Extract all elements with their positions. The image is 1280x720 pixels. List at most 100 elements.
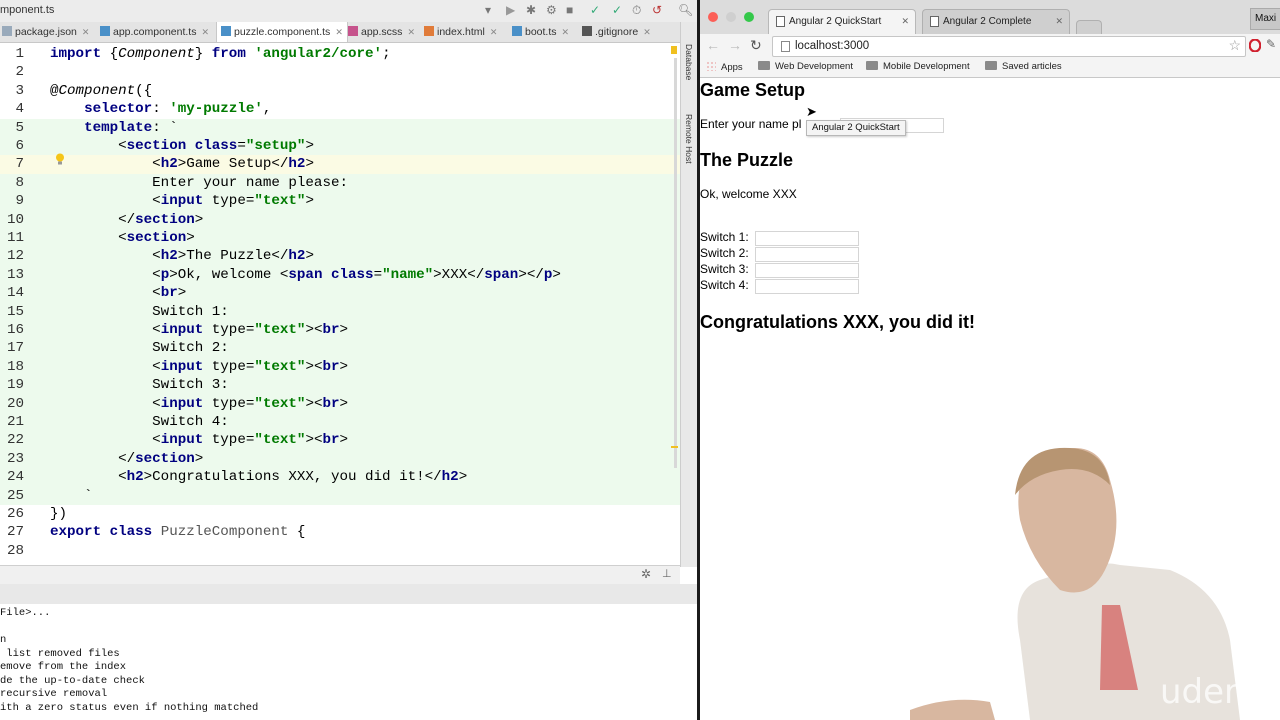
back-icon[interactable]: ← <box>706 37 720 53</box>
code-line[interactable]: 24 <h2>Congratulations XXX, you did it!<… <box>0 468 680 487</box>
code-line[interactable]: 21 Switch 4: <box>0 413 680 432</box>
code-line[interactable]: 9 <input type="text"> <box>0 192 680 211</box>
editor-scrollbar[interactable] <box>674 58 677 468</box>
tab-boot-ts[interactable]: boot.ts ✕ <box>512 22 569 42</box>
tab-app-scss[interactable]: app.scss ✕ <box>348 22 415 42</box>
tab-gitignore[interactable]: .gitignore ✕ <box>582 22 651 42</box>
code-line[interactable]: 28 <box>0 542 680 560</box>
tab-index-html[interactable]: index.html ✕ <box>424 22 497 42</box>
coverage-icon[interactable]: ⚙ <box>546 3 557 17</box>
code-line[interactable]: 3 @Component({ <box>0 82 680 100</box>
code-line[interactable]: 19 Switch 3: <box>0 376 680 395</box>
tab-label: .gitignore <box>595 26 639 38</box>
close-icon[interactable]: ✕ <box>1055 10 1063 33</box>
code-line[interactable]: 12 <h2>The Puzzle</h2> <box>0 247 680 266</box>
code-line[interactable]: 17 Switch 2: <box>0 339 680 358</box>
switch-1-label: Switch 1: <box>700 230 749 244</box>
tab-app-component[interactable]: app.component.ts ✕ <box>100 22 209 42</box>
code-line[interactable]: 16 <input type="text"><br> <box>0 321 680 340</box>
terminal-output[interactable]: File>... n list removed files emove from t… <box>0 604 680 720</box>
close-icon[interactable]: ✕ <box>562 27 570 37</box>
code-line[interactable]: 18 <input type="text"><br> <box>0 357 680 377</box>
gear-icon[interactable]: ✲ <box>641 567 651 581</box>
profile-button[interactable]: Maxi <box>1250 8 1280 30</box>
bookmark-web-development[interactable]: Web Development <box>758 61 853 72</box>
close-icon[interactable]: ✕ <box>643 27 651 37</box>
lightbulb-icon[interactable] <box>55 153 65 165</box>
code-line[interactable]: 10 </section> <box>0 210 680 229</box>
reload-icon[interactable]: ↻ <box>750 37 762 54</box>
bookmark-label: Apps <box>721 62 743 73</box>
opera-icon[interactable] <box>1249 39 1261 52</box>
close-icon[interactable]: ✕ <box>490 27 498 37</box>
code-line[interactable]: 6 <section class="setup"> <box>0 137 680 156</box>
hide-panel-icon[interactable]: ⊥ <box>662 567 672 580</box>
code-line[interactable]: 2 <box>0 63 680 81</box>
code-line[interactable]: 20 <input type="text"><br> <box>0 394 680 413</box>
code-line[interactable]: 15 Switch 1: <box>0 302 680 321</box>
line-number: 3 <box>15 82 24 99</box>
history-icon[interactable]: ⏱ <box>632 3 641 18</box>
close-icon[interactable]: ✕ <box>901 10 909 33</box>
close-window-icon[interactable] <box>708 12 718 22</box>
close-icon[interactable]: ✕ <box>335 27 343 37</box>
stop-icon[interactable]: ■ <box>566 3 573 17</box>
dropdown-icon[interactable]: ▾ <box>485 3 491 17</box>
url-text[interactable]: localhost:3000 <box>795 37 869 56</box>
debug-icon[interactable]: ✱ <box>526 3 536 17</box>
code-line[interactable]: 13 <p>Ok, welcome <span class="name">XXX… <box>0 265 680 285</box>
code-line[interactable]: 8 Enter your name please: <box>0 173 680 193</box>
code-line[interactable]: 22 <input type="text"><br> <box>0 431 680 450</box>
breadcrumb[interactable]: mponent.ts <box>0 4 54 16</box>
switch-1-input[interactable] <box>755 231 859 246</box>
extension-icon[interactable]: ✎ <box>1266 37 1276 51</box>
code-line[interactable]: 26}) <box>0 505 680 523</box>
switch-3-input[interactable] <box>755 263 859 278</box>
close-icon[interactable]: ✕ <box>82 27 90 37</box>
change-marker[interactable] <box>671 446 678 448</box>
run-icon[interactable]: ▶ <box>506 3 515 17</box>
bookmark-apps[interactable]: Apps <box>706 61 743 73</box>
switch-4-input[interactable] <box>755 279 859 294</box>
database-tool-tab[interactable]: Database <box>684 44 694 80</box>
page-icon <box>930 16 939 27</box>
bookmark-mobile-development[interactable]: Mobile Development <box>866 61 970 72</box>
code-line[interactable]: 1 import {Component} from 'angular2/core'… <box>0 45 680 63</box>
bookmark-saved-articles[interactable]: Saved articles <box>985 61 1062 72</box>
close-icon[interactable]: ✕ <box>201 27 209 37</box>
code-text: <h2>Game Setup</h2> <box>50 156 314 173</box>
line-number: 5 <box>15 119 24 136</box>
bookmark-star-icon[interactable]: ☆ <box>1228 36 1241 55</box>
code-editor[interactable]: 1 import {Component} from 'angular2/core'… <box>0 44 680 565</box>
switch-2-input[interactable] <box>755 247 859 262</box>
forward-icon[interactable]: → <box>728 37 742 53</box>
code-line[interactable]: 7 <h2>Game Setup</h2> <box>0 155 680 174</box>
vcs-update-icon[interactable]: ✓ <box>590 3 600 17</box>
code-line[interactable]: 11 <section> <box>0 229 680 248</box>
code-line[interactable]: 5 template: ` <box>0 118 680 137</box>
tab-puzzle-component[interactable]: puzzle.component.ts ✕ <box>216 22 348 42</box>
revert-icon[interactable]: ↺ <box>652 3 662 17</box>
vcs-commit-icon[interactable]: ✓ <box>612 3 622 17</box>
line-number: 12 <box>6 248 24 265</box>
browser-tab-quickstart[interactable]: Angular 2 QuickStart ✕ <box>768 9 916 34</box>
terminal-line: n <box>0 634 7 646</box>
code-line[interactable]: 23 </section> <box>0 449 680 469</box>
minimize-window-icon[interactable] <box>726 12 736 22</box>
search-icon[interactable]: 🔍︎ <box>678 3 693 17</box>
browser-tab-complete[interactable]: Angular 2 Complete ✕ <box>922 9 1070 34</box>
panel-splitter[interactable]: ✲ ⊥ <box>0 565 680 585</box>
remote-host-tool-tab[interactable]: Remote Host <box>684 114 694 164</box>
code-line[interactable]: 27 export class PuzzleComponent { <box>0 523 680 541</box>
tab-package-json[interactable]: package.json ✕ <box>2 22 89 42</box>
code-line[interactable]: 25 ` <box>0 486 680 505</box>
line-number: 22 <box>6 432 24 449</box>
close-icon[interactable]: ✕ <box>407 27 415 37</box>
warning-marker[interactable] <box>671 46 677 54</box>
new-tab-button[interactable] <box>1076 20 1102 34</box>
code-line[interactable]: 4 selector: 'my-puzzle', <box>0 100 680 118</box>
code-text: }) <box>50 506 68 522</box>
address-bar[interactable]: localhost:3000 ☆ <box>772 36 1246 57</box>
code-line[interactable]: 14 <br> <box>0 284 680 303</box>
zoom-window-icon[interactable] <box>744 12 754 22</box>
